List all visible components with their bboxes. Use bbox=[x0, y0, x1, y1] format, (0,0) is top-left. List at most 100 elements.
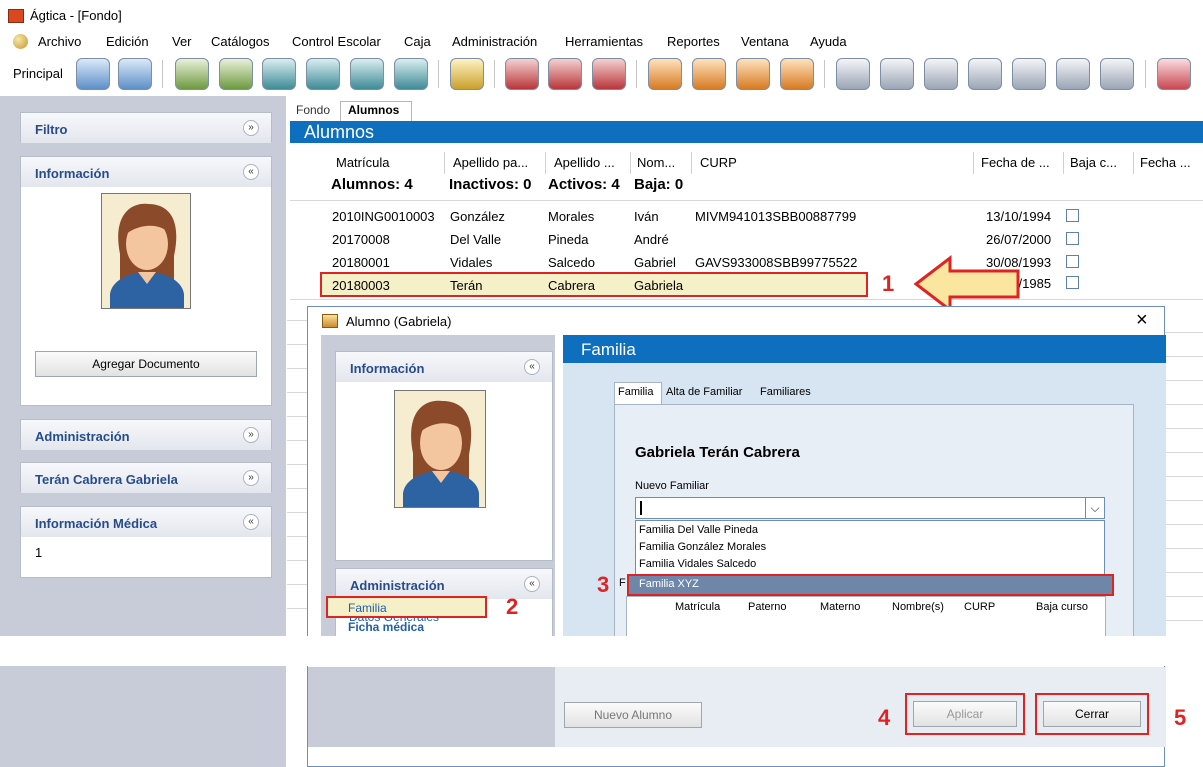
nav-familia[interactable]: Familia bbox=[326, 596, 487, 618]
grid-separator bbox=[1165, 572, 1203, 573]
users-icon[interactable] bbox=[262, 58, 296, 90]
menu-herramientas[interactable]: Herramientas bbox=[565, 34, 643, 49]
printer-icon[interactable] bbox=[836, 58, 870, 90]
grid-col-baja-curso[interactable]: Baja curso bbox=[1036, 601, 1088, 613]
dropdown-option[interactable]: Familia González Morales bbox=[639, 541, 766, 553]
tray-icon[interactable] bbox=[780, 58, 814, 90]
notepad-icon[interactable] bbox=[692, 58, 726, 90]
col-curp[interactable]: CURP bbox=[700, 155, 737, 170]
cash-register-icon[interactable] bbox=[648, 58, 682, 90]
badge-icon[interactable] bbox=[592, 58, 626, 90]
nav-ficha-medica[interactable]: Ficha médica bbox=[348, 620, 424, 634]
dropdown-option-selected[interactable]: Familia XYZ bbox=[627, 574, 1114, 596]
close-highlight: Cerrar bbox=[1035, 693, 1149, 735]
menu-catalogos[interactable]: Catálogos bbox=[211, 34, 270, 49]
close-icon[interactable]: × bbox=[1136, 309, 1148, 332]
dropdown-option[interactable]: Familia Del Valle Pineda bbox=[639, 524, 758, 536]
col-nombre[interactable]: Nom... bbox=[637, 155, 675, 170]
globe-icon[interactable] bbox=[736, 58, 770, 90]
menu-control-escolar[interactable]: Control Escolar bbox=[292, 34, 381, 49]
col-fecha[interactable]: Fecha ... bbox=[1140, 155, 1191, 170]
menu-archivo[interactable]: Archivo bbox=[38, 34, 81, 49]
calculator-icon[interactable] bbox=[450, 58, 484, 90]
close-button[interactable]: Cerrar bbox=[1043, 701, 1141, 727]
printer-icon[interactable] bbox=[924, 58, 958, 90]
student-section[interactable]: Terán Cabrera Gabriela » bbox=[20, 462, 272, 493]
baja-checkbox[interactable] bbox=[1066, 232, 1079, 245]
family-grid: Matrícula Paterno Materno Nombre(s) CURP… bbox=[626, 596, 1106, 637]
add-document-button[interactable]: Agregar Documento bbox=[35, 351, 257, 377]
pen-icon[interactable] bbox=[175, 58, 209, 90]
alumnos-header: Alumnos bbox=[290, 121, 1203, 143]
grid-col-paterno[interactable]: Paterno bbox=[748, 601, 787, 613]
col-baja[interactable]: Baja c... bbox=[1070, 155, 1117, 170]
at-icon[interactable] bbox=[394, 58, 428, 90]
filtro-section[interactable]: Filtro » bbox=[20, 112, 272, 143]
chevron-down-icon[interactable]: » bbox=[243, 120, 259, 136]
modules-icon[interactable] bbox=[76, 58, 110, 90]
col-fecha-nacimiento[interactable]: Fecha de ... bbox=[981, 155, 1050, 170]
chevron-down-icon[interactable]: ⌵ bbox=[1085, 498, 1104, 518]
cell-nombre: Gabriela bbox=[634, 278, 684, 293]
new-student-button[interactable]: Nuevo Alumno bbox=[564, 702, 702, 728]
cell-fecha: 13/10/1994 bbox=[986, 209, 1052, 224]
tab-familia[interactable]: Familia bbox=[618, 386, 653, 398]
grid-col-curp[interactable]: CURP bbox=[964, 601, 995, 613]
tab-fondo[interactable]: Fondo bbox=[296, 103, 330, 117]
menu-administracion[interactable]: Administración bbox=[452, 34, 537, 49]
chevron-up-icon[interactable]: « bbox=[243, 164, 259, 180]
printer-icon[interactable] bbox=[880, 58, 914, 90]
table-row[interactable]: 20180001 Vidales Salcedo Gabriel GAVS933… bbox=[290, 251, 1203, 273]
hidden-label-fragment: F bbox=[619, 577, 626, 589]
grid-col-nombres[interactable]: Nombre(s) bbox=[892, 601, 944, 613]
chevron-up-icon[interactable]: « bbox=[524, 359, 540, 375]
nuevo-familiar-combo[interactable]: ⌵ bbox=[635, 497, 1105, 519]
cell-curp: MIVM941013SBB00887799 bbox=[695, 209, 857, 224]
document-icon[interactable] bbox=[1100, 58, 1134, 90]
id-card-icon[interactable] bbox=[306, 58, 340, 90]
summary-inactivos: Inactivos: 0 bbox=[449, 176, 532, 193]
printer-icon[interactable] bbox=[968, 58, 1002, 90]
toolbar-separator bbox=[162, 60, 163, 88]
menu-edicion[interactable]: Edición bbox=[106, 34, 149, 49]
grid-separator bbox=[287, 608, 307, 609]
apply-button[interactable]: Aplicar bbox=[913, 701, 1017, 727]
col-apellido-materno[interactable]: Apellido ... bbox=[554, 155, 615, 170]
administracion-section[interactable]: Administración » bbox=[20, 419, 272, 450]
text-caret bbox=[640, 501, 642, 515]
staff-card-icon[interactable] bbox=[548, 58, 582, 90]
tab-familiares[interactable]: Familiares bbox=[760, 386, 811, 398]
lifebuoy-icon[interactable] bbox=[1157, 58, 1191, 90]
baja-checkbox[interactable] bbox=[1066, 209, 1079, 222]
table-row-selected[interactable]: 20180003 Terán Cabrera Gabriela bbox=[320, 272, 868, 297]
toolbar-label: Principal bbox=[13, 66, 63, 81]
menu-ver[interactable]: Ver bbox=[172, 34, 192, 49]
screens-icon[interactable] bbox=[118, 58, 152, 90]
chevron-up-icon[interactable]: « bbox=[243, 514, 259, 530]
staff-icon[interactable] bbox=[505, 58, 539, 90]
col-apellido-paterno[interactable]: Apellido pa... bbox=[453, 155, 528, 170]
menu-reportes[interactable]: Reportes bbox=[667, 34, 720, 49]
baja-checkbox[interactable] bbox=[1066, 255, 1079, 268]
grid-col-matricula[interactable]: Matrícula bbox=[675, 601, 720, 613]
tab-alumnos[interactable]: Alumnos bbox=[348, 103, 399, 117]
baja-checkbox[interactable] bbox=[1066, 276, 1079, 289]
tab-alta-familiar[interactable]: Alta de Familiar bbox=[666, 386, 742, 398]
menu-ayuda[interactable]: Ayuda bbox=[810, 34, 847, 49]
chevron-down-icon[interactable]: » bbox=[243, 470, 259, 486]
col-matricula[interactable]: Matrícula bbox=[336, 155, 389, 170]
table-row[interactable]: 20170008 Del Valle Pineda André 26/07/20… bbox=[290, 228, 1203, 250]
col-divider bbox=[1063, 152, 1064, 174]
form-icon[interactable] bbox=[1012, 58, 1046, 90]
chevron-down-icon[interactable]: » bbox=[243, 427, 259, 443]
table-row[interactable]: 2010ING0010003 González Morales Iván MIV… bbox=[290, 205, 1203, 227]
grid-col-materno[interactable]: Materno bbox=[820, 601, 860, 613]
menu-ventana[interactable]: Ventana bbox=[741, 34, 789, 49]
menu-caja[interactable]: Caja bbox=[404, 34, 431, 49]
printer-icon[interactable] bbox=[1056, 58, 1090, 90]
dropdown-option[interactable]: Familia Vidales Salcedo bbox=[639, 558, 756, 570]
clock-icon[interactable] bbox=[350, 58, 384, 90]
group-icon[interactable] bbox=[219, 58, 253, 90]
chevron-up-icon[interactable]: « bbox=[524, 576, 540, 592]
app-menu-icon[interactable] bbox=[13, 34, 28, 49]
